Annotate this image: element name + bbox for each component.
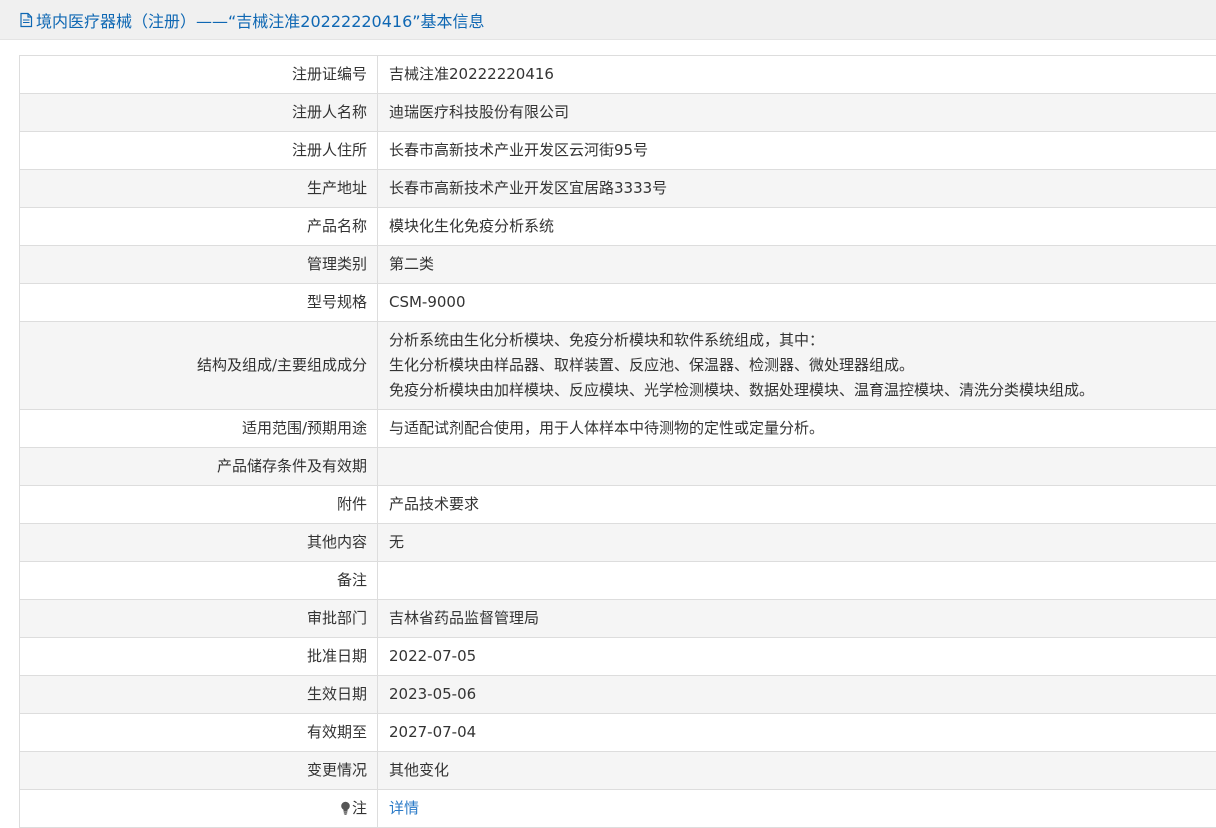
table-row: 生产地址 长春市高新技术产业开发区宜居路3333号: [20, 170, 1216, 208]
row-label: 结构及组成/主要组成成分: [20, 322, 378, 410]
device-info-table: 注册证编号 吉械注准20222220416 注册人名称 迪瑞医疗科技股份有限公司…: [19, 55, 1216, 828]
row-value: 2023-05-06: [378, 676, 1216, 714]
table-row: 管理类别 第二类: [20, 246, 1216, 284]
page-title: 境内医疗器械（注册）——“吉械注准20222220416”基本信息: [36, 8, 485, 32]
page-title-bar: 境内医疗器械（注册）——“吉械注准20222220416”基本信息: [0, 0, 1216, 40]
table-row: 注册证编号 吉械注准20222220416: [20, 56, 1216, 94]
row-label: 生效日期: [20, 676, 378, 714]
row-value: 吉械注准20222220416: [378, 56, 1216, 94]
row-value: 2022-07-05: [378, 638, 1216, 676]
row-label: 注册证编号: [20, 56, 378, 94]
row-label: 批准日期: [20, 638, 378, 676]
row-label-note: 注: [20, 790, 378, 828]
row-label: 型号规格: [20, 284, 378, 322]
row-label: 管理类别: [20, 246, 378, 284]
row-label: 注: [352, 799, 367, 817]
row-value: 与适配试剂配合使用，用于人体样本中待测物的定性或定量分析。: [378, 410, 1216, 448]
row-label: 备注: [20, 562, 378, 600]
table-row: 型号规格 CSM-9000: [20, 284, 1216, 322]
document-icon: [19, 12, 33, 28]
table-row: 产品储存条件及有效期: [20, 448, 1216, 486]
row-value: 模块化生化免疫分析系统: [378, 208, 1216, 246]
lightbulb-icon: [340, 798, 351, 812]
table-row: 批准日期 2022-07-05: [20, 638, 1216, 676]
table-row: 备注: [20, 562, 1216, 600]
row-label: 产品储存条件及有效期: [20, 448, 378, 486]
table-row: 其他内容 无: [20, 524, 1216, 562]
row-value: [378, 448, 1216, 486]
table-row: 生效日期 2023-05-06: [20, 676, 1216, 714]
row-label: 适用范围/预期用途: [20, 410, 378, 448]
row-value: 第二类: [378, 246, 1216, 284]
row-value-line: 生化分析模块由样品器、取样装置、反应池、保温器、检测器、微处理器组成。: [389, 353, 1216, 378]
table-row: 注册人名称 迪瑞医疗科技股份有限公司: [20, 94, 1216, 132]
row-value: [378, 562, 1216, 600]
row-value: 产品技术要求: [378, 486, 1216, 524]
row-value: 长春市高新技术产业开发区宜居路3333号: [378, 170, 1216, 208]
row-value: 吉林省药品监督管理局: [378, 600, 1216, 638]
row-label: 审批部门: [20, 600, 378, 638]
row-value: 详情: [378, 790, 1216, 828]
details-link[interactable]: 详情: [389, 799, 419, 817]
row-value-line: 免疫分析模块由加样模块、反应模块、光学检测模块、数据处理模块、温育温控模块、清洗…: [389, 378, 1216, 403]
row-label: 注册人住所: [20, 132, 378, 170]
row-value: 无: [378, 524, 1216, 562]
table-row: 注册人住所 长春市高新技术产业开发区云河街95号: [20, 132, 1216, 170]
row-value: 分析系统由生化分析模块、免疫分析模块和软件系统组成，其中： 生化分析模块由样品器…: [378, 322, 1216, 410]
table-row: 注 详情: [20, 790, 1216, 828]
row-value: 2027-07-04: [378, 714, 1216, 752]
row-label: 生产地址: [20, 170, 378, 208]
row-value-line: 分析系统由生化分析模块、免疫分析模块和软件系统组成，其中：: [389, 328, 1216, 353]
table-row: 结构及组成/主要组成成分 分析系统由生化分析模块、免疫分析模块和软件系统组成，其…: [20, 322, 1216, 410]
row-label: 产品名称: [20, 208, 378, 246]
row-label: 附件: [20, 486, 378, 524]
table-row: 有效期至 2027-07-04: [20, 714, 1216, 752]
row-label: 注册人名称: [20, 94, 378, 132]
row-value: 长春市高新技术产业开发区云河街95号: [378, 132, 1216, 170]
table-row: 附件 产品技术要求: [20, 486, 1216, 524]
table-row: 产品名称 模块化生化免疫分析系统: [20, 208, 1216, 246]
row-label: 其他内容: [20, 524, 378, 562]
table-row: 审批部门 吉林省药品监督管理局: [20, 600, 1216, 638]
row-label: 变更情况: [20, 752, 378, 790]
table-row: 适用范围/预期用途 与适配试剂配合使用，用于人体样本中待测物的定性或定量分析。: [20, 410, 1216, 448]
row-label: 有效期至: [20, 714, 378, 752]
row-value: CSM-9000: [378, 284, 1216, 322]
table-row: 变更情况 其他变化: [20, 752, 1216, 790]
row-value: 其他变化: [378, 752, 1216, 790]
row-value: 迪瑞医疗科技股份有限公司: [378, 94, 1216, 132]
